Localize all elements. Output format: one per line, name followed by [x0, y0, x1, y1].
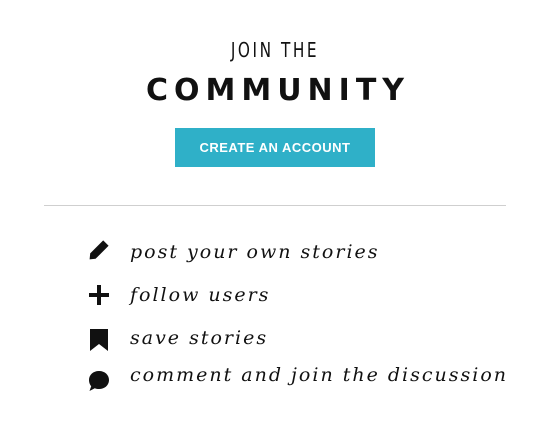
community-title: COMMUNITY	[145, 73, 411, 108]
divider	[44, 205, 506, 206]
feature-item: save stories	[0, 322, 550, 354]
bookmark-icon	[87, 328, 111, 352]
feature-item: follow users	[0, 279, 550, 311]
plus-icon	[87, 283, 111, 307]
create-account-button[interactable]: CREATE AN ACCOUNT	[175, 128, 375, 167]
feature-item: post your own stories	[0, 236, 550, 268]
pencil-icon	[87, 238, 111, 262]
feature-label: save stories	[130, 327, 269, 349]
feature-label: follow users	[130, 284, 271, 306]
speech-bubble-icon	[87, 369, 111, 393]
feature-label: post your own stories	[130, 241, 380, 263]
feature-label: comment and join the discussion	[130, 364, 508, 386]
feature-item: comment and join the discussion	[0, 359, 550, 391]
join-eyebrow: JOIN THE	[230, 38, 320, 62]
